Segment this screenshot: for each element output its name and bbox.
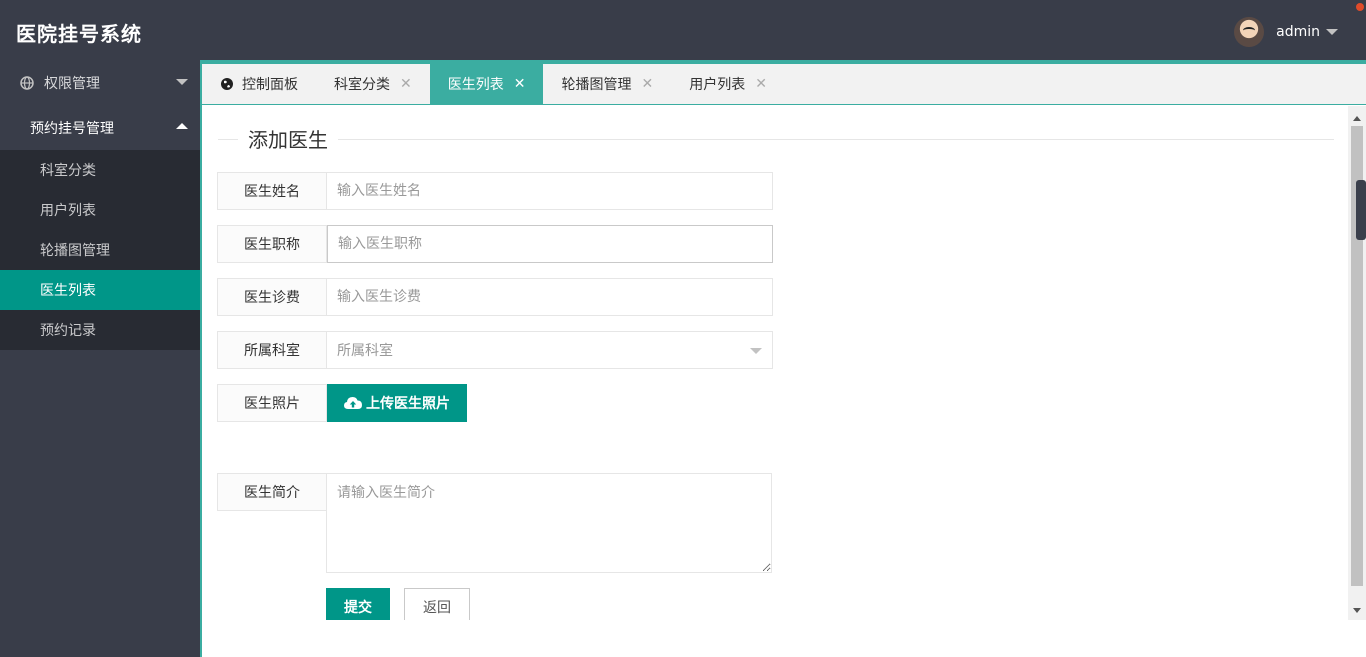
close-icon[interactable]: ✕	[400, 76, 412, 92]
doctor-intro-label: 医生简介	[217, 473, 327, 511]
doctor-name-input[interactable]	[327, 172, 773, 210]
sidebar-item-departments[interactable]: 科室分类	[0, 150, 200, 190]
tab-carousel[interactable]: 轮播图管理 ✕	[543, 64, 671, 104]
doctor-intro-textarea[interactable]	[326, 473, 772, 573]
scroll-up-icon[interactable]	[1353, 116, 1361, 121]
doctor-title-label: 医生职称	[217, 225, 327, 263]
sidebar-submenu: 科室分类 用户列表 轮播图管理 医生列表 预约记录	[0, 150, 200, 350]
form-legend: 添加医生	[218, 128, 1334, 152]
doctor-fee-label: 医生诊费	[217, 278, 327, 316]
upload-photo-button[interactable]: 上传医生照片	[327, 384, 467, 422]
tab-label: 医生列表	[447, 77, 504, 93]
tab-label: 轮播图管理	[561, 77, 632, 93]
department-select-value: 所属科室	[337, 343, 393, 359]
doctor-title-row: 医生职称	[217, 225, 773, 263]
doctor-name-label: 医生姓名	[217, 172, 327, 210]
sidebar-group-label: 预约挂号管理	[30, 120, 114, 137]
scroll-down-icon[interactable]	[1353, 608, 1361, 613]
close-icon[interactable]: ✕	[641, 76, 653, 92]
doctor-photo-row: 医生照片 上传医生照片	[217, 384, 773, 422]
doctor-fee-input[interactable]	[327, 278, 773, 316]
close-icon[interactable]: ✕	[514, 76, 526, 92]
sidebar-group-appointments[interactable]: 预约挂号管理	[0, 105, 200, 150]
page-title: 添加医生	[238, 128, 338, 152]
tab-doctors[interactable]: 医生列表 ✕	[429, 64, 544, 104]
tab-dashboard[interactable]: 控制面板	[202, 64, 316, 104]
chevron-down-icon[interactable]	[1326, 29, 1338, 35]
close-icon[interactable]: ✕	[755, 76, 767, 92]
legend-divider	[218, 139, 1334, 140]
footer-strip	[202, 620, 1366, 657]
avatar[interactable]	[1234, 17, 1265, 47]
doctor-fee-row: 医生诊费	[217, 278, 773, 316]
tab-users[interactable]: 用户列表 ✕	[671, 64, 785, 104]
main-content: 添加医生 医生姓名 医生职称 医生诊费 所属科室 所属科室 医生照片 上传医生照…	[202, 106, 1348, 620]
doctor-name-row: 医生姓名	[217, 172, 773, 210]
chevron-down-icon	[750, 348, 762, 354]
tab-label: 控制面板	[242, 77, 298, 93]
side-panel-handle[interactable]	[1356, 180, 1366, 240]
sidebar-item-doctors[interactable]: 医生列表	[0, 270, 200, 310]
doctor-photo-label: 医生照片	[217, 384, 327, 422]
tab-bar: 控制面板 科室分类 ✕ 医生列表 ✕ 轮播图管理 ✕ 用户列表 ✕	[202, 64, 1366, 105]
sidebar-item-carousel[interactable]: 轮播图管理	[0, 230, 200, 270]
user-menu[interactable]: admin	[1234, 17, 1338, 47]
doctor-title-input[interactable]	[327, 225, 773, 263]
department-row: 所属科室 所属科室	[217, 331, 773, 369]
doctor-intro-row: 医生简介	[217, 473, 773, 573]
sidebar-item-users[interactable]: 用户列表	[0, 190, 200, 230]
sidebar: 权限管理 预约挂号管理 科室分类 用户列表 轮播图管理 医生列表 预约记录	[0, 60, 200, 657]
user-name[interactable]: admin	[1276, 24, 1320, 40]
sidebar-group-label: 权限管理	[44, 75, 100, 92]
top-header: 医院挂号系统 admin	[0, 0, 1366, 60]
department-label: 所属科室	[217, 331, 327, 369]
globe-icon	[221, 78, 233, 90]
tab-label: 用户列表	[689, 77, 746, 93]
upload-photo-label: 上传医生照片	[366, 396, 450, 412]
globe-icon	[20, 75, 34, 90]
app-title: 医院挂号系统	[16, 22, 142, 46]
sidebar-group-permissions[interactable]: 权限管理	[0, 60, 200, 105]
tab-label: 科室分类	[334, 77, 390, 93]
chevron-down-icon	[176, 79, 188, 85]
cloud-upload-icon	[344, 397, 362, 409]
department-select[interactable]: 所属科室	[327, 331, 773, 369]
back-button[interactable]: 返回	[404, 588, 470, 620]
sidebar-item-records[interactable]: 预约记录	[0, 310, 200, 350]
submit-button[interactable]: 提交	[326, 588, 390, 620]
notification-dot-icon	[1356, 3, 1364, 11]
chevron-up-icon	[176, 123, 188, 129]
tab-departments[interactable]: 科室分类 ✕	[316, 64, 430, 104]
